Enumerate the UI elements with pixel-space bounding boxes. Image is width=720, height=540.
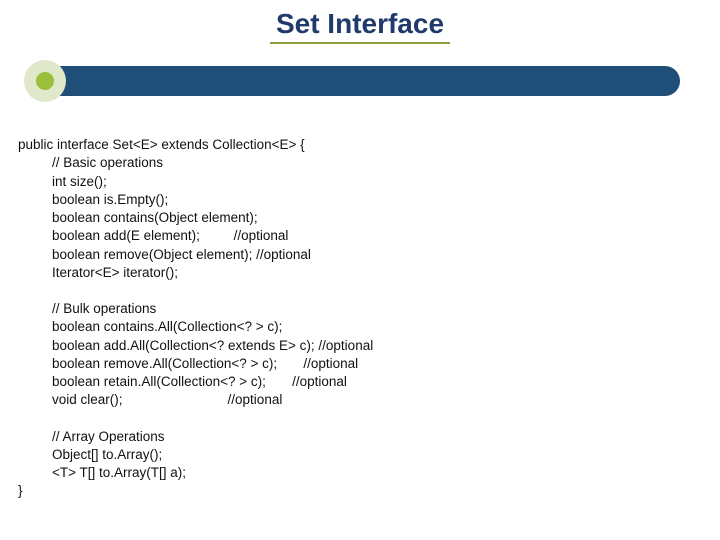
code-line: boolean contains.All(Collection<? > c);	[18, 319, 282, 334]
code-block: public interface Set<E> extends Collecti…	[0, 100, 720, 501]
code-line: boolean remove.All(Collection<? > c); //…	[18, 356, 358, 371]
title-underline	[270, 42, 450, 44]
banner-bar	[40, 66, 680, 96]
code-line: boolean retain.All(Collection<? > c); //…	[18, 374, 347, 389]
code-line: int size();	[18, 174, 107, 189]
code-line: // Bulk operations	[18, 301, 156, 316]
code-line: void clear(); //optional	[18, 392, 282, 407]
slide-title: Set Interface	[0, 0, 720, 44]
code-line: public interface Set<E> extends Collecti…	[18, 137, 305, 152]
code-line: boolean remove(Object element); //option…	[18, 247, 311, 262]
code-line: boolean add(E element); //optional	[18, 228, 288, 243]
code-line: boolean is.Empty();	[18, 192, 168, 207]
banner	[0, 52, 720, 100]
code-line: boolean add.All(Collection<? extends E> …	[18, 338, 373, 353]
code-line: // Basic operations	[18, 155, 163, 170]
code-line: }	[18, 483, 23, 498]
bullet-icon	[24, 60, 66, 102]
code-line: Object[] to.Array();	[18, 447, 162, 462]
code-line: boolean contains(Object element);	[18, 210, 258, 225]
code-line: // Array Operations	[18, 429, 165, 444]
bullet-icon-inner	[36, 72, 54, 90]
code-line: Iterator<E> iterator();	[18, 265, 178, 280]
code-line: <T> T[] to.Array(T[] a);	[18, 465, 186, 480]
